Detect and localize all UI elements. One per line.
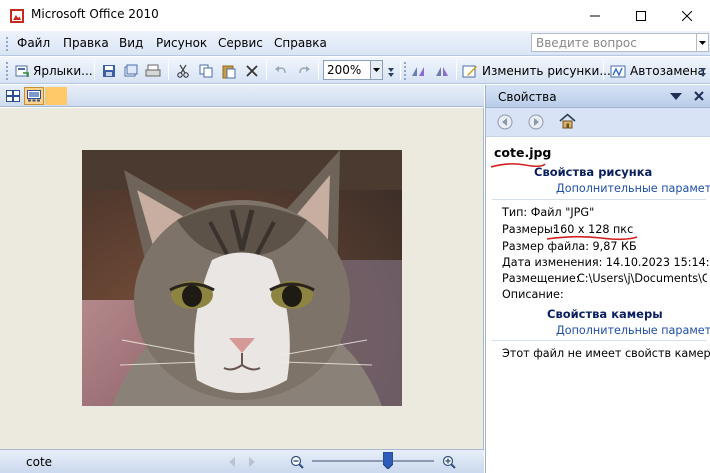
location-value: C:\Users\j\Documents\CSh (577, 272, 707, 285)
picture-properties-heading: Свойства рисунка (534, 165, 653, 179)
camera-advanced-link[interactable]: Дополнительные параметры (556, 324, 710, 337)
menu-grip[interactable] (5, 37, 9, 53)
zoom-slider-track[interactable] (312, 460, 434, 462)
toolbar2-grip[interactable] (403, 62, 407, 82)
undo-icon (275, 65, 286, 73)
toolbar2-overflow-button[interactable] (699, 60, 707, 81)
close-icon (682, 10, 692, 21)
camera-note: Этот файл не имеет свойств камеры. (502, 347, 710, 360)
rotate-icon (412, 66, 424, 76)
copy-button[interactable] (198, 60, 214, 81)
chevron-down-icon (699, 40, 706, 45)
pane-title: Свойства (498, 90, 557, 104)
save-button[interactable] (101, 60, 117, 81)
export-button[interactable] (123, 60, 139, 81)
camera-properties-heading: Свойства камеры (547, 307, 663, 321)
status-file-name: cote (26, 455, 53, 469)
rotate-button[interactable] (410, 60, 426, 81)
title-bar: Microsoft Office 2010 (0, 0, 710, 31)
thumbnails-icon (6, 90, 20, 102)
overflow-chevron-icon (700, 67, 706, 77)
forward-icon[interactable] (528, 114, 544, 130)
minimize-icon (590, 15, 600, 16)
shortcuts-label: Ярлыки... (33, 63, 93, 78)
scan-button[interactable] (145, 60, 161, 81)
menu-view[interactable]: Вид (119, 36, 143, 50)
previous-picture-icon[interactable] (228, 457, 236, 467)
scanner-icon (145, 64, 161, 76)
flip-icon (436, 66, 448, 76)
shortcuts-icon (15, 65, 29, 77)
redo-button[interactable] (296, 60, 312, 81)
zoom-dropdown-button[interactable] (371, 60, 383, 80)
edit-picture-icon (462, 65, 477, 77)
shortcuts-button[interactable]: Ярлыки... (14, 60, 93, 81)
next-picture-icon[interactable] (248, 457, 256, 467)
scissors-icon (177, 64, 189, 78)
view-mode-bar (0, 85, 484, 107)
close-button[interactable] (664, 0, 710, 31)
export-icon (124, 64, 138, 76)
paste-button[interactable] (221, 60, 237, 81)
edit-pictures-label: Изменить рисунки... (482, 63, 611, 78)
maximize-button[interactable] (618, 0, 664, 31)
picture-advanced-link[interactable]: Дополнительные параметры (556, 182, 710, 195)
edit-pictures-button[interactable]: Изменить рисунки... (462, 60, 611, 81)
home-icon[interactable] (559, 113, 576, 130)
location-label: Размещение: (502, 272, 580, 285)
redo-icon (299, 65, 310, 73)
modified-date-row: Дата изменения: 14.10.2023 15:14:47 (502, 256, 710, 269)
minimize-button[interactable] (572, 0, 618, 31)
copy-icon (199, 64, 213, 77)
window-title: Microsoft Office 2010 (31, 7, 159, 21)
back-icon[interactable] (497, 114, 513, 130)
thumbnail-view-button[interactable] (3, 87, 23, 105)
chevron-down-icon (373, 68, 380, 72)
file-size-row: Размер файла: 9,87 КБ (502, 240, 637, 253)
flip-button[interactable] (434, 60, 450, 81)
menu-edit[interactable]: Правка (63, 36, 109, 50)
delete-icon (246, 64, 258, 77)
help-search-input[interactable]: Введите вопрос (531, 33, 697, 52)
cat-photo (82, 150, 402, 406)
pane-header: Свойства (486, 85, 710, 108)
cut-button[interactable] (175, 60, 191, 81)
file-type-row: Тип: Файл "JPG" (502, 206, 595, 219)
autocorrect-label: Автозамена (630, 63, 705, 78)
office-picture-manager-icon (10, 9, 24, 23)
zoom-slider-thumb[interactable] (382, 452, 393, 469)
pane-menu-icon[interactable] (670, 93, 682, 100)
autocorrect-button[interactable]: Автозамена (610, 60, 705, 81)
zoom-out-icon[interactable] (290, 455, 304, 469)
save-icon (103, 64, 115, 77)
filmstrip-view-button[interactable] (24, 87, 44, 105)
single-picture-view-button[interactable] (45, 87, 67, 105)
toolbar-overflow-button[interactable] (387, 60, 395, 81)
undo-button[interactable] (273, 60, 289, 81)
autocorrect-icon (610, 65, 626, 77)
menu-picture[interactable]: Рисунок (156, 36, 207, 50)
help-dropdown-button[interactable] (697, 33, 709, 52)
zoom-in-icon[interactable] (442, 455, 456, 469)
menu-file[interactable]: Файл (17, 36, 50, 50)
pane-close-icon[interactable] (694, 91, 704, 101)
maximize-icon (636, 10, 646, 21)
zoom-input[interactable]: 200% (323, 60, 371, 80)
description-label: Описание: (502, 288, 564, 301)
filmstrip-icon (27, 90, 41, 102)
pane-navigation (486, 109, 710, 135)
paste-icon (222, 65, 236, 78)
delete-button[interactable] (244, 60, 260, 81)
overflow-chevron-icon (388, 67, 394, 77)
menu-tools[interactable]: Сервис (218, 36, 263, 50)
properties-file-name: cote.jpg (494, 145, 552, 160)
menu-help[interactable]: Справка (274, 36, 327, 50)
toolbar-grip[interactable] (5, 62, 9, 82)
